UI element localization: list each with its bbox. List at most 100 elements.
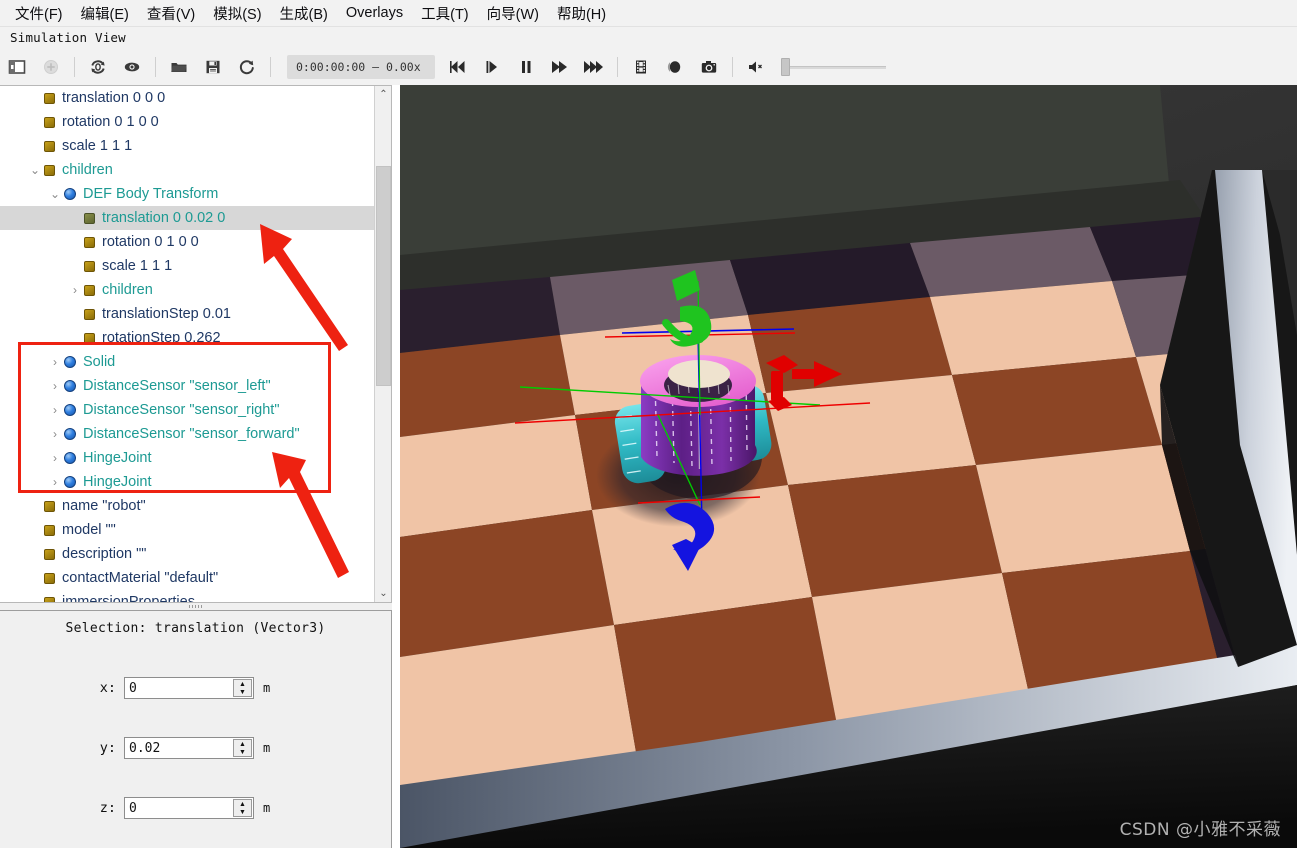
menu-file[interactable]: 文件(F)	[6, 1, 72, 26]
chevron-right-icon[interactable]: ›	[46, 446, 64, 470]
mute-icon[interactable]	[739, 52, 773, 82]
field-label: x:	[99, 680, 116, 696]
camera-icon[interactable]	[692, 52, 726, 82]
tree-row[interactable]: › HingeJoint	[0, 470, 374, 494]
scene-tree-scrollbar[interactable]: ⌃ ⌄	[374, 86, 391, 602]
eye-icon[interactable]	[115, 52, 149, 82]
tree-row[interactable]: › Solid	[0, 350, 374, 374]
step-icon[interactable]	[475, 52, 509, 82]
translation-z-input[interactable]	[125, 798, 229, 818]
node-sphere-icon	[64, 404, 76, 416]
reload-icon[interactable]	[230, 52, 264, 82]
field-cube-icon	[44, 548, 55, 560]
chevron-right-icon[interactable]: ›	[46, 470, 64, 494]
tree-row[interactable]: immersionProperties	[0, 590, 374, 602]
node-sphere-icon	[64, 380, 76, 392]
tree-row[interactable]: rotationStep 0.262	[0, 326, 374, 350]
tree-row[interactable]: › DistanceSensor "sensor_forward"	[0, 422, 374, 446]
volume-slider-track[interactable]	[790, 65, 886, 69]
translation-y-input-wrapper[interactable]: ▲▼	[124, 737, 254, 759]
chevron-right-icon[interactable]: ›	[46, 374, 64, 398]
tree-row-label: Solid	[83, 354, 116, 370]
node-sphere-icon	[64, 428, 76, 440]
volume-slider[interactable]	[781, 58, 886, 76]
tree-row[interactable]: name "robot"	[0, 494, 374, 518]
spinner-buttons[interactable]: ▲ ▼	[233, 739, 252, 757]
spinner-up-icon[interactable]: ▲	[234, 680, 251, 688]
tree-row[interactable]: contactMaterial "default"	[0, 566, 374, 590]
node-sphere-icon	[64, 452, 76, 464]
chevron-right-icon[interactable]: ›	[46, 422, 64, 446]
field-cube-icon	[84, 308, 95, 320]
menu-edit[interactable]: 编辑(E)	[72, 1, 138, 26]
add-node-icon[interactable]	[34, 52, 68, 82]
fast-forward-icon[interactable]	[543, 52, 577, 82]
chevron-right-icon[interactable]: ›	[46, 350, 64, 374]
chevron-down-icon[interactable]: ⌄	[46, 182, 64, 206]
tree-row[interactable]: scale 1 1 1	[0, 134, 374, 158]
menu-simulation[interactable]: 模拟(S)	[204, 1, 270, 26]
tree-row[interactable]: translation 0 0 0	[0, 86, 374, 110]
tree-row[interactable]: translationStep 0.01	[0, 302, 374, 326]
menu-tools[interactable]: 工具(T)	[412, 1, 478, 26]
tree-row[interactable]: › children	[0, 278, 374, 302]
fastest-icon[interactable]	[577, 52, 611, 82]
spinner-up-icon[interactable]: ▲	[234, 800, 251, 808]
spinner-buttons[interactable]: ▲ ▼	[233, 679, 252, 697]
toggle-side-panel-icon[interactable]	[0, 52, 34, 82]
tree-row[interactable]: rotation 0 1 0 0	[0, 230, 374, 254]
menu-help[interactable]: 帮助(H)	[548, 1, 615, 26]
tree-row[interactable]: › DistanceSensor "sensor_left"	[0, 374, 374, 398]
translation-y-input[interactable]	[125, 738, 229, 758]
record-icon[interactable]	[658, 52, 692, 82]
translation-x-input-wrapper[interactable]: ▲▼	[124, 677, 254, 699]
volume-slider-thumb[interactable]	[781, 58, 790, 76]
menu-view[interactable]: 查看(V)	[138, 1, 204, 26]
tree-row[interactable]: ⌄ DEF Body Transform	[0, 182, 374, 206]
menu-overlays[interactable]: Overlays	[337, 3, 412, 23]
spinner-buttons[interactable]: ▲ ▼	[233, 799, 252, 817]
tree-row-label: DEF Body Transform	[83, 186, 219, 202]
tree-row-label: HingeJoint	[83, 474, 152, 490]
panel-splitter[interactable]	[0, 603, 392, 610]
spinner-up-icon[interactable]: ▲	[234, 740, 251, 748]
menu-bar: 文件(F) 编辑(E) 查看(V) 模拟(S) 生成(B) Overlays 工具(T) 向导…	[0, 0, 1297, 27]
spinner-down-icon[interactable]: ▼	[234, 748, 251, 756]
tree-row[interactable]: › HingeJoint	[0, 446, 374, 470]
rewind-icon[interactable]	[441, 52, 475, 82]
field-unit: m	[263, 801, 271, 815]
vector3-field-row: z: ▲▼ m	[0, 797, 391, 819]
3d-simulation-viewport[interactable]: CSDN @小雅不采薇	[400, 85, 1297, 848]
movie-icon[interactable]	[624, 52, 658, 82]
scrollbar-thumb[interactable]	[376, 166, 391, 386]
scrollbar-up-arrow[interactable]: ⌃	[375, 86, 391, 103]
chevron-right-icon[interactable]: ›	[46, 398, 64, 422]
translation-z-input-wrapper[interactable]: ▲▼	[124, 797, 254, 819]
open-folder-icon[interactable]	[162, 52, 196, 82]
tree-row-label: scale 1 1 1	[62, 138, 133, 154]
pause-icon[interactable]	[509, 52, 543, 82]
tree-row[interactable]: rotation 0 1 0 0	[0, 110, 374, 134]
field-cube-icon	[44, 140, 55, 152]
tree-row[interactable]: ⌄ children	[0, 158, 374, 182]
field-cube-icon	[44, 572, 55, 584]
spinner-down-icon[interactable]: ▼	[234, 808, 251, 816]
tree-row[interactable]: scale 1 1 1	[0, 254, 374, 278]
tree-row[interactable]: model ""	[0, 518, 374, 542]
scrollbar-down-arrow[interactable]: ⌄	[375, 585, 391, 602]
tree-row[interactable]: › DistanceSensor "sensor_right"	[0, 398, 374, 422]
spinner-down-icon[interactable]: ▼	[234, 688, 251, 696]
menu-build[interactable]: 生成(B)	[271, 1, 337, 26]
menu-wizards[interactable]: 向导(W)	[478, 1, 548, 26]
rotate-world-icon[interactable]	[81, 52, 115, 82]
save-icon[interactable]	[196, 52, 230, 82]
chevron-right-icon[interactable]: ›	[66, 278, 84, 302]
translation-x-input[interactable]	[125, 678, 229, 698]
tree-row-label: DistanceSensor "sensor_forward"	[83, 426, 300, 442]
tree-row[interactable]: translation 0 0.02 0	[0, 206, 374, 230]
chevron-down-icon[interactable]: ⌄	[26, 158, 44, 182]
tree-row[interactable]: description ""	[0, 542, 374, 566]
